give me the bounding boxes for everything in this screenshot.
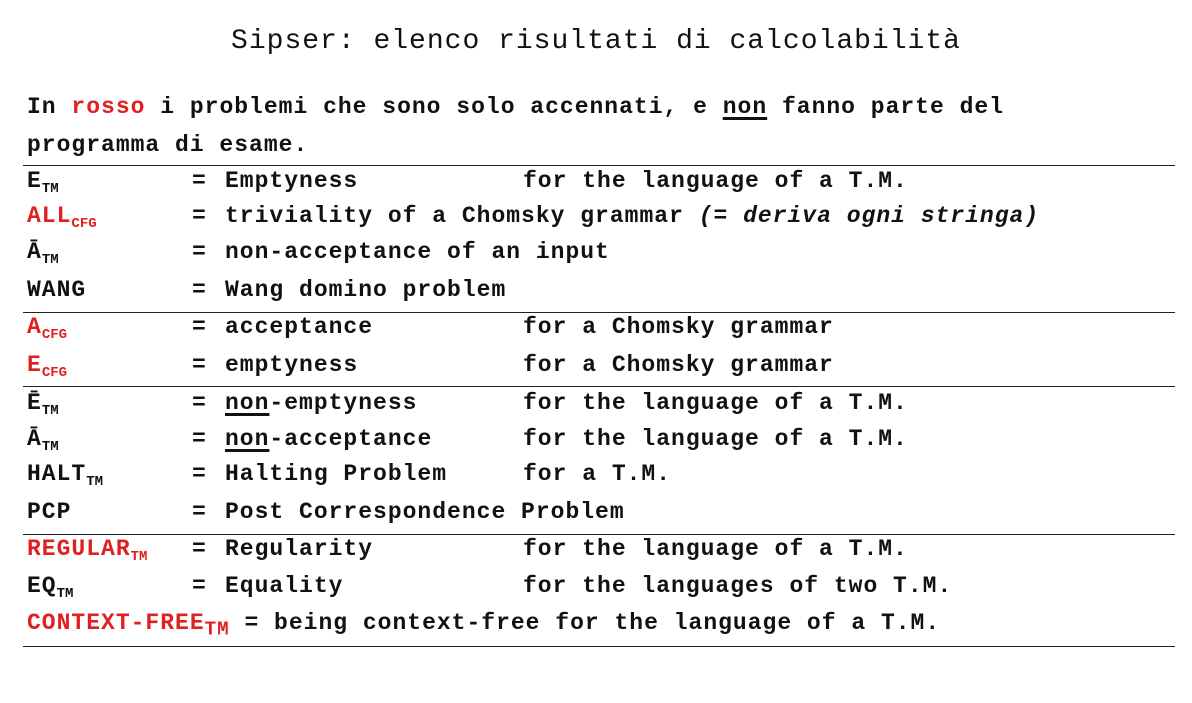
row-non-word: non	[225, 426, 270, 452]
result-row-allcfg: ALLCFG = triviality of a Chomsky grammar…	[27, 203, 1038, 239]
row-non-word: non	[225, 390, 270, 416]
result-row-abar-tm: ĀTM = non-acceptance of an input	[27, 239, 609, 275]
intro-part-2: i problemi che sono solo accennati, e	[145, 94, 723, 120]
result-row-acfg: ACFG = acceptance for a Chomsky grammar	[27, 314, 833, 350]
intro-part-3: fanno parte del	[767, 94, 1004, 120]
row-full-line: CONTEXT-FREETM = being context-free for …	[27, 610, 940, 641]
intro-non-word: non	[722, 94, 768, 120]
row-symbol: ETM	[27, 168, 59, 197]
row-context: for the language of a T.M.	[523, 536, 908, 562]
row-description: non-acceptance	[225, 426, 433, 452]
row-context: for the language of a T.M.	[523, 426, 908, 452]
row-symbol: ĒTM	[27, 390, 59, 419]
row-description: triviality of a Chomsky grammar (= deriv…	[225, 203, 1040, 229]
row-symbol: REGULARTM	[27, 536, 148, 565]
slide-title: Sipser: elenco risultati di calcolabilit…	[231, 26, 961, 57]
row-note: (= deriva ogni stringa)	[698, 203, 1040, 229]
result-row-abar-tm-2: ĀTM = non-acceptance for the language of…	[27, 426, 907, 462]
result-row-eq-tm: EQTM = Equality for the languages of two…	[27, 573, 951, 609]
row-equals: =	[192, 352, 207, 378]
row-equals: =	[192, 314, 207, 340]
row-context: for a Chomsky grammar	[523, 352, 834, 378]
row-description: = being context-free for the language of…	[229, 610, 941, 636]
row-equals: =	[192, 573, 207, 599]
result-row-regular-tm: REGULARTM = Regularity for the language …	[27, 536, 907, 572]
divider-1	[23, 165, 1175, 166]
row-description: Halting Problem	[225, 461, 448, 487]
row-description: acceptance	[225, 314, 374, 340]
row-symbol: CONTEXT-FREETM	[27, 610, 230, 641]
row-symbol: ACFG	[27, 314, 68, 343]
row-symbol: HALTTM	[27, 461, 104, 490]
row-equals: =	[192, 168, 207, 194]
row-symbol: ĀTM	[27, 239, 59, 268]
row-symbol: EQTM	[27, 573, 74, 602]
row-equals: =	[192, 203, 207, 229]
row-symbol: ĀTM	[27, 426, 59, 455]
result-row-etm: ETM = Emptyness for the language of a T.…	[27, 168, 907, 204]
row-equals: =	[192, 239, 207, 265]
row-symbol: WANG	[27, 277, 87, 303]
divider-3	[23, 386, 1175, 387]
row-context: for the languages of two T.M.	[523, 573, 953, 599]
row-equals: =	[192, 499, 207, 525]
row-description: Emptyness	[225, 168, 359, 194]
result-row-pcp: PCP = Post Correspondence Problem	[27, 499, 624, 535]
row-equals: =	[192, 461, 207, 487]
divider-5	[23, 646, 1175, 647]
row-equals: =	[192, 426, 207, 452]
row-symbol: ALLCFG	[27, 203, 97, 232]
row-context: for the language of a T.M.	[523, 168, 908, 194]
row-equals: =	[192, 536, 207, 562]
row-description: Regularity	[225, 536, 374, 562]
result-row-context-free-tm: CONTEXT-FREETM = being context-free for …	[27, 610, 1167, 646]
row-description: emptyness	[225, 352, 359, 378]
row-description: non-emptyness	[225, 390, 418, 416]
intro-red-word: rosso	[71, 94, 146, 120]
row-equals: =	[192, 277, 207, 303]
divider-4	[23, 534, 1175, 535]
intro-line-2: programma di esame.	[27, 132, 309, 158]
result-row-halt-tm: HALTTM = Halting Problem for a T.M.	[27, 461, 670, 497]
divider-2	[23, 312, 1175, 313]
row-context: for a Chomsky grammar	[523, 314, 834, 340]
row-context: for the language of a T.M.	[523, 390, 908, 416]
row-symbol: PCP	[27, 499, 72, 525]
intro-part-1: In	[27, 94, 72, 120]
row-description: non-acceptance of an input	[225, 239, 610, 265]
row-description: Post Correspondence Problem	[225, 499, 625, 525]
row-context: for a T.M.	[523, 461, 672, 487]
row-equals: =	[192, 390, 207, 416]
result-row-ecfg: ECFG = emptyness for a Chomsky grammar	[27, 352, 833, 388]
row-symbol: ECFG	[27, 352, 68, 381]
row-description: Wang domino problem	[225, 277, 507, 303]
intro-text: In rosso i problemi che sono solo accenn…	[27, 88, 1004, 164]
row-description: Equality	[225, 573, 344, 599]
result-row-ebar-tm: ĒTM = non-emptyness for the language of …	[27, 390, 907, 426]
result-row-wang: WANG = Wang domino problem	[27, 277, 505, 313]
